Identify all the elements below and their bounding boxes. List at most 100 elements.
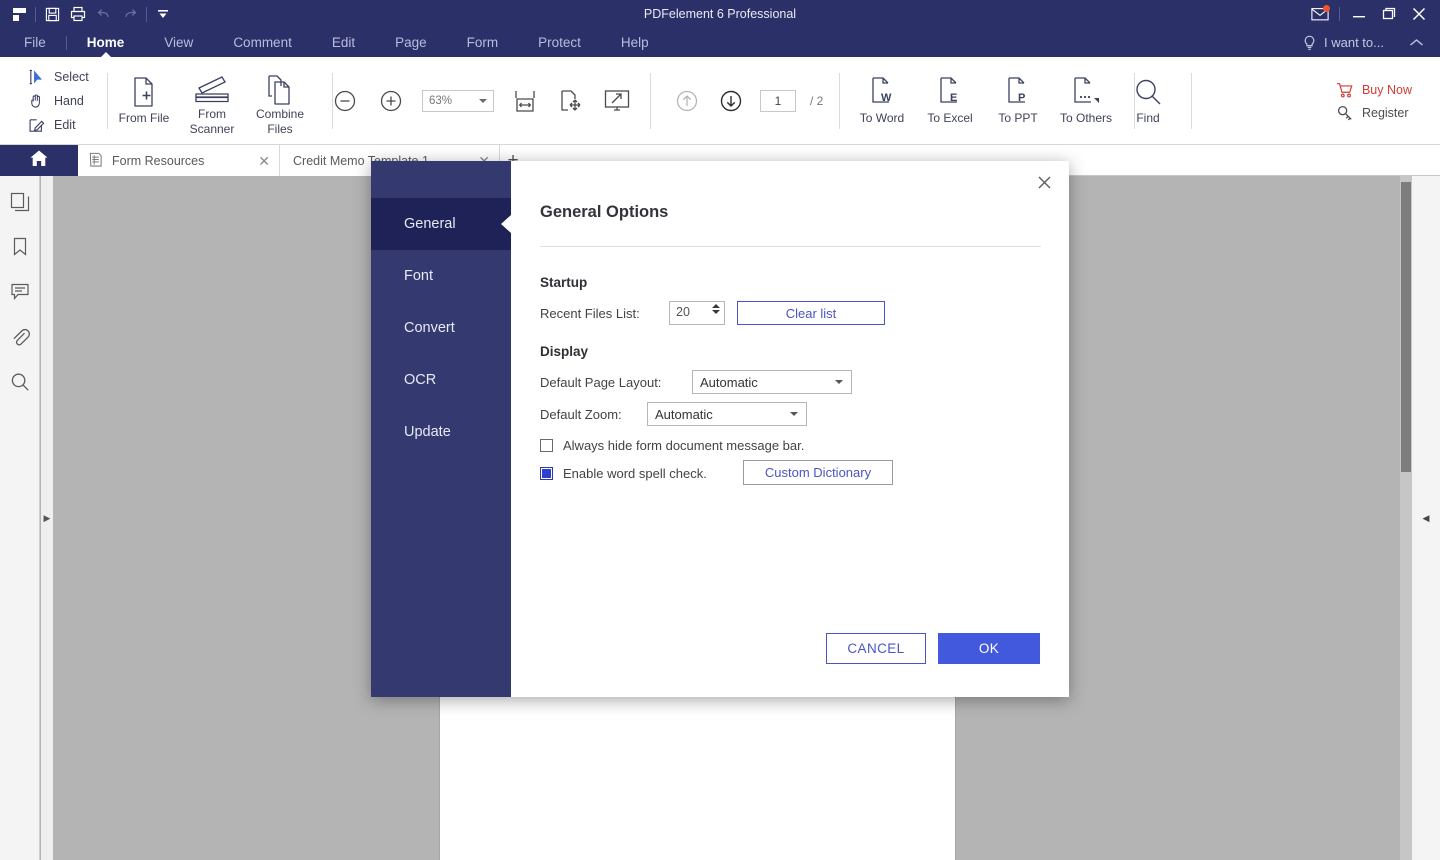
redo-icon[interactable] bbox=[117, 0, 143, 28]
title-bar: PDFelement 6 Professional bbox=[0, 0, 1440, 28]
ribbon-group-purchase: Buy Now Register bbox=[1322, 57, 1412, 145]
to-word-button[interactable]: W To Word bbox=[848, 65, 916, 137]
zoom-out-icon[interactable] bbox=[330, 86, 360, 116]
print-icon[interactable] bbox=[65, 0, 91, 28]
cancel-button[interactable]: CANCEL bbox=[826, 633, 926, 664]
navigation-rail bbox=[0, 176, 40, 860]
hide-message-bar-label: Always hide form document message bar. bbox=[563, 438, 804, 453]
dialog-close-icon[interactable] bbox=[1031, 169, 1057, 195]
menu-item-edit[interactable]: Edit bbox=[312, 28, 375, 57]
to-word-icon: W bbox=[868, 73, 896, 111]
menu-item-comment[interactable]: Comment bbox=[213, 28, 312, 57]
i-want-to-button[interactable]: I want to... bbox=[1302, 28, 1384, 57]
page-number-input[interactable]: 1 bbox=[760, 90, 796, 112]
menu-item-file[interactable]: File bbox=[0, 28, 66, 57]
default-page-layout-select[interactable]: Automatic bbox=[692, 370, 852, 394]
document-tab-form-resources[interactable]: Form Resources ✕ bbox=[78, 145, 280, 176]
menu-item-protect[interactable]: Protect bbox=[518, 28, 601, 57]
left-panel-expander[interactable]: ▶ bbox=[41, 176, 53, 860]
save-icon[interactable] bbox=[39, 0, 65, 28]
recent-files-spinner[interactable]: 20 bbox=[669, 301, 725, 325]
combine-files-line1: Combine bbox=[256, 107, 304, 122]
find-label: Find bbox=[1136, 111, 1159, 126]
menu-item-form[interactable]: Form bbox=[447, 28, 519, 57]
minimize-icon[interactable] bbox=[1344, 0, 1374, 28]
from-scanner-line1: From bbox=[198, 107, 226, 122]
to-ppt-button[interactable]: P To PPT bbox=[984, 65, 1052, 137]
to-others-label: To Others bbox=[1060, 111, 1112, 126]
fit-width-icon[interactable] bbox=[510, 86, 540, 116]
fullscreen-icon[interactable] bbox=[602, 86, 632, 116]
attachment-icon[interactable] bbox=[6, 321, 34, 353]
combine-files-icon bbox=[265, 73, 295, 107]
hide-message-bar-checkbox[interactable] bbox=[540, 439, 553, 452]
default-zoom-select[interactable]: Automatic bbox=[647, 402, 807, 426]
hide-message-bar-row[interactable]: Always hide form document message bar. bbox=[540, 438, 804, 453]
hand-tool-button[interactable]: Hand bbox=[26, 91, 89, 111]
buy-now-button[interactable]: Buy Now bbox=[1336, 82, 1412, 98]
dialog-nav-general[interactable]: General bbox=[371, 198, 511, 250]
edit-tool-button[interactable]: Edit bbox=[26, 115, 89, 135]
zoom-in-icon[interactable] bbox=[376, 86, 406, 116]
spell-check-checkbox[interactable] bbox=[540, 467, 553, 480]
vertical-scrollbar[interactable] bbox=[1400, 176, 1412, 860]
maximize-icon[interactable] bbox=[1374, 0, 1404, 28]
edit-tool-label: Edit bbox=[54, 118, 76, 132]
menu-item-view[interactable]: View bbox=[144, 28, 213, 57]
undo-icon[interactable] bbox=[91, 0, 117, 28]
zoom-level-combobox[interactable]: 63% bbox=[422, 90, 494, 112]
application-window: PDFelement 6 Professional bbox=[0, 0, 1440, 860]
right-panel-collapser[interactable]: ◀ bbox=[1412, 176, 1440, 860]
close-icon[interactable]: ✕ bbox=[258, 154, 270, 168]
find-button[interactable]: Find bbox=[1115, 65, 1181, 137]
spinner-down-icon[interactable] bbox=[712, 310, 720, 314]
search-icon[interactable] bbox=[6, 366, 34, 398]
page-down-icon[interactable] bbox=[716, 86, 746, 116]
customize-qat-icon[interactable] bbox=[150, 0, 176, 28]
comment-icon[interactable] bbox=[6, 276, 34, 308]
to-excel-button[interactable]: E To Excel bbox=[916, 65, 984, 137]
clear-list-button[interactable]: Clear list bbox=[737, 301, 885, 325]
page-total-label: / 2 bbox=[810, 94, 823, 108]
display-section-heading: Display bbox=[540, 344, 588, 359]
custom-dictionary-button[interactable]: Custom Dictionary bbox=[743, 460, 893, 485]
active-nav-notch-icon bbox=[501, 215, 511, 233]
bookmark-icon[interactable] bbox=[6, 231, 34, 263]
page-up-icon[interactable] bbox=[672, 86, 702, 116]
ribbon-divider-1 bbox=[107, 73, 108, 129]
spell-check-label: Enable word spell check. bbox=[563, 466, 707, 481]
spinner-arrows[interactable] bbox=[712, 304, 720, 314]
ribbon-divider-6 bbox=[1191, 73, 1192, 129]
chevron-up-icon[interactable] bbox=[1409, 28, 1424, 57]
to-ppt-label: To PPT bbox=[998, 111, 1037, 126]
chevron-down-icon bbox=[835, 380, 843, 384]
spinner-up-icon[interactable] bbox=[712, 304, 720, 308]
dialog-nav-update[interactable]: Update bbox=[371, 406, 511, 458]
dialog-nav-ocr-label: OCR bbox=[404, 372, 436, 388]
scrollbar-thumb[interactable] bbox=[1401, 182, 1411, 472]
menu-item-page[interactable]: Page bbox=[375, 28, 447, 57]
to-others-button[interactable]: To Others bbox=[1052, 65, 1120, 137]
ok-button[interactable]: OK bbox=[938, 633, 1040, 664]
close-icon[interactable] bbox=[1404, 0, 1434, 28]
home-tab[interactable] bbox=[0, 145, 78, 176]
thumbnails-icon[interactable] bbox=[6, 186, 34, 218]
from-scanner-button[interactable]: From Scanner bbox=[178, 65, 246, 137]
envelope-icon[interactable] bbox=[1305, 0, 1335, 28]
cart-icon bbox=[1336, 82, 1354, 98]
dialog-nav-ocr[interactable]: OCR bbox=[371, 354, 511, 406]
dialog-nav-convert[interactable]: Convert bbox=[371, 302, 511, 354]
spell-check-row[interactable]: Enable word spell check. bbox=[540, 466, 707, 481]
dialog-nav-font[interactable]: Font bbox=[371, 250, 511, 302]
menu-items: File Home View Comment Edit Page Form Pr… bbox=[0, 28, 669, 57]
from-file-button[interactable]: From File bbox=[110, 65, 178, 137]
menu-item-help[interactable]: Help bbox=[601, 28, 669, 57]
register-button[interactable]: Register bbox=[1336, 105, 1412, 121]
combine-files-button[interactable]: Combine Files bbox=[246, 65, 314, 137]
ribbon-group-pager: 1 / 2 bbox=[672, 57, 840, 145]
ribbon-group-find: Find bbox=[1115, 57, 1192, 145]
ribbon-divider-4 bbox=[839, 73, 840, 129]
menu-item-home[interactable]: Home bbox=[67, 28, 145, 57]
page-move-icon[interactable] bbox=[556, 86, 586, 116]
select-tool-button[interactable]: Select bbox=[26, 67, 89, 87]
